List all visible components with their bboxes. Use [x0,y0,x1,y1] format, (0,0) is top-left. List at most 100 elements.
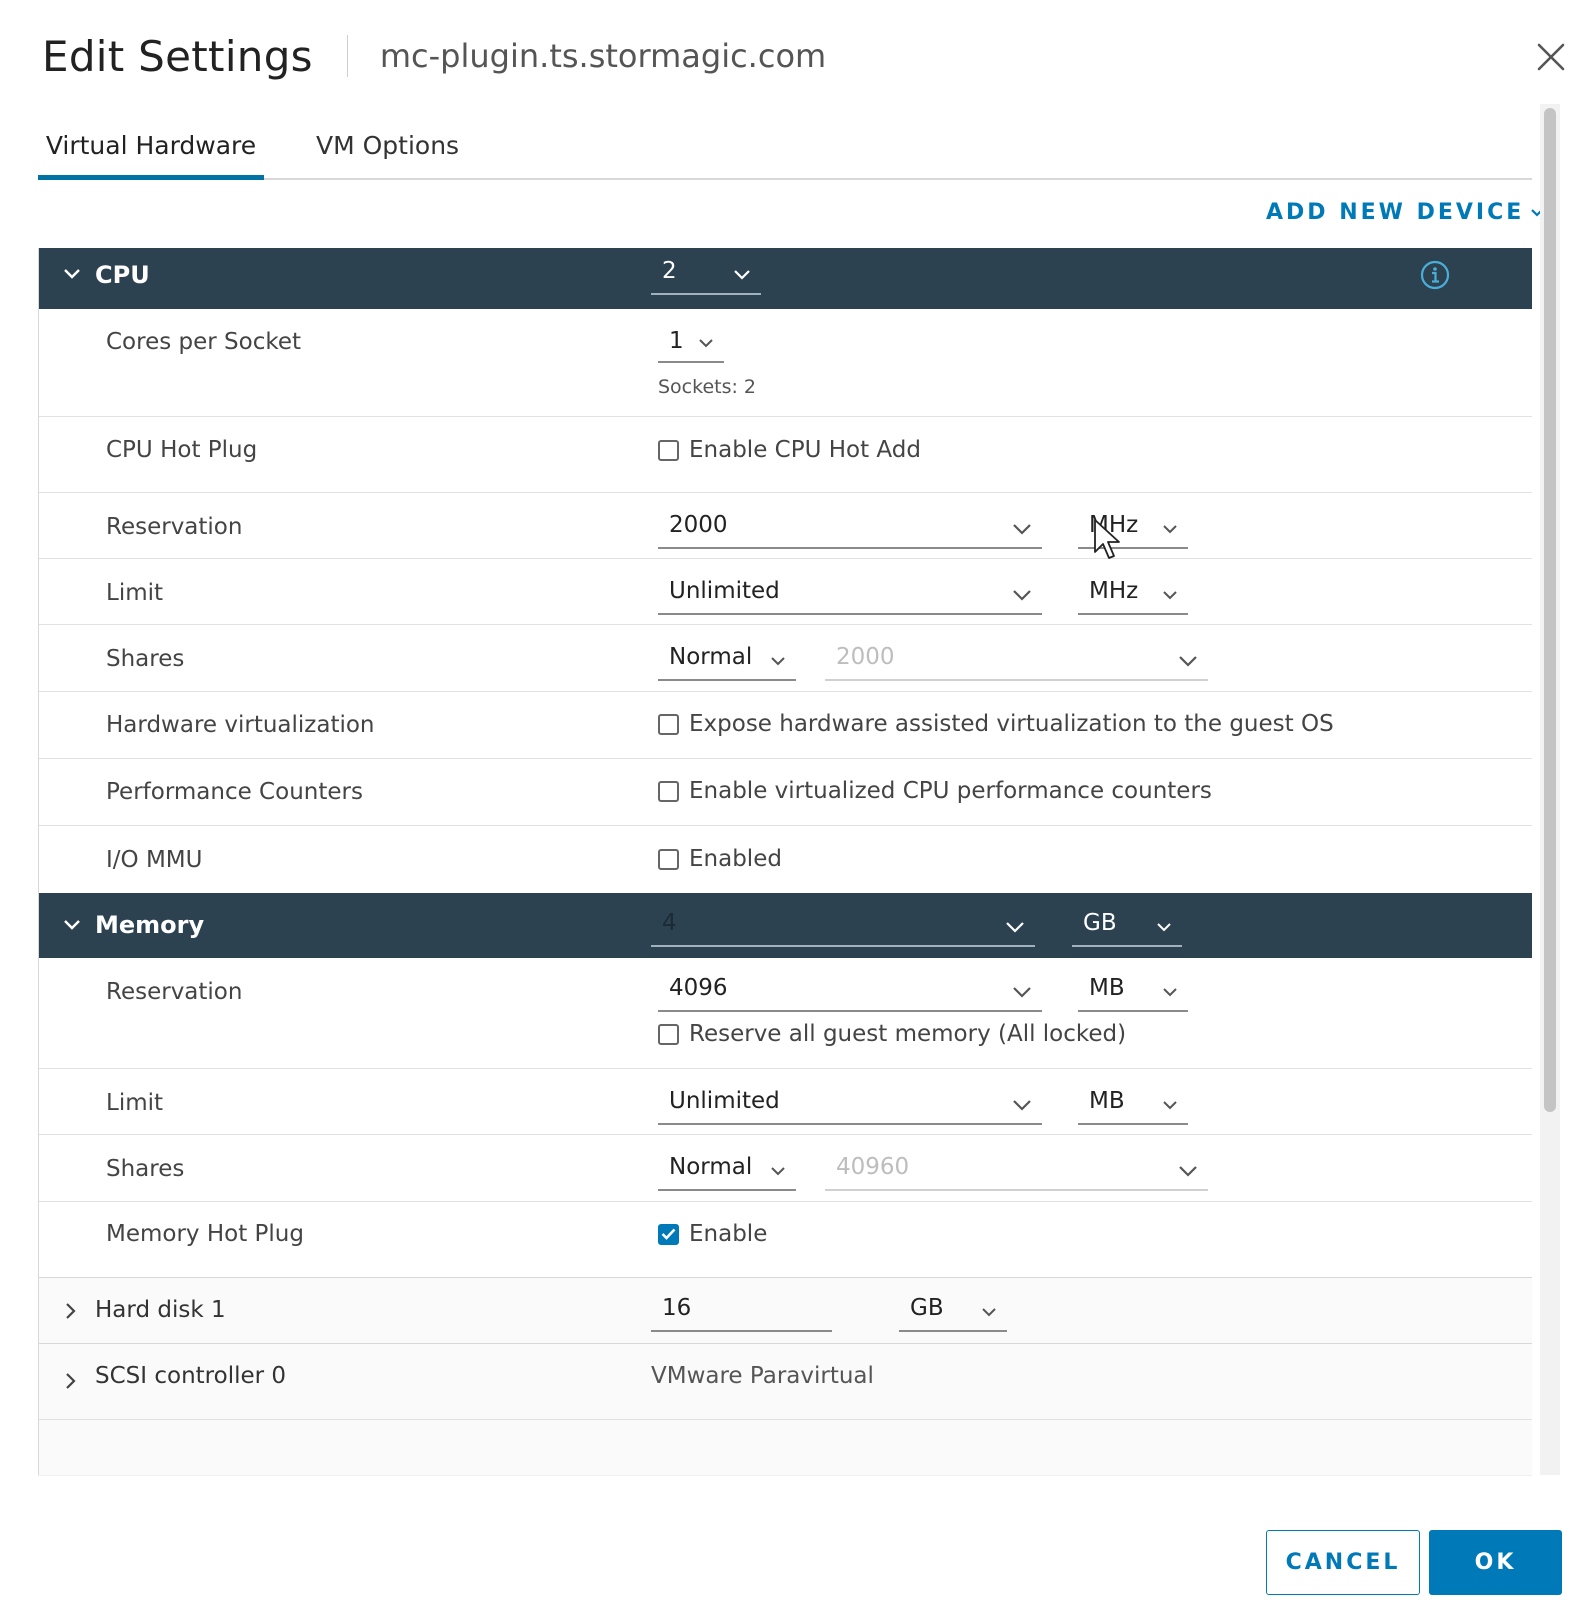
cancel-button[interactable]: CANCEL [1266,1530,1420,1595]
chevron-down-icon [982,1308,996,1317]
ok-button[interactable]: OK [1429,1530,1562,1595]
dialog-subtitle: mc-plugin.ts.stormagic.com [379,37,827,75]
memory-reservation-unit-select[interactable]: MB [1078,966,1188,1012]
chevron-down-icon[interactable] [63,267,81,281]
cpu-reservation-row: Reservation 2000 MHz [39,493,1532,559]
close-icon [1537,43,1565,71]
chevron-down-icon [771,657,785,666]
chevron-down-icon [1163,988,1177,997]
tab-bar: Virtual Hardware VM Options [38,128,1532,180]
chevron-down-icon [1013,590,1031,601]
add-new-device-button[interactable]: ADD NEW DEVICE [1266,200,1544,225]
chevron-down-icon [1163,1101,1177,1110]
scsi-controller-row: SCSI controller 0 VMware Paravirtual [39,1344,1532,1420]
footer-divider [38,1475,1532,1476]
cpu-limit-select[interactable]: Unlimited [658,569,1042,615]
chevron-down-icon [1163,591,1177,600]
next-device-row [39,1420,1532,1475]
memory-hot-plug-row: Memory Hot Plug Enable [39,1202,1532,1278]
add-new-device-label: ADD NEW DEVICE [1266,200,1525,225]
chevron-down-icon [734,270,750,280]
memory-limit-label: Limit [106,1090,164,1116]
dialog-title: Edit Settings [42,31,313,81]
checkbox-box[interactable] [658,780,679,802]
memory-limit-row: Limit Unlimited MB [39,1069,1532,1135]
checkmark-icon [661,1228,676,1240]
memory-shares-row: Shares Normal 40960 [39,1135,1532,1202]
info-icon[interactable] [1419,259,1451,291]
chevron-down-icon [1013,1100,1031,1111]
cpu-limit-label: Limit [106,580,164,606]
scsi-controller-label: SCSI controller 0 [95,1363,287,1389]
dialog-header: Edit Settings mc-plugin.ts.stormagic.com [42,26,826,86]
title-divider [346,35,348,77]
tab-virtual-hardware[interactable]: Virtual Hardware [38,128,264,180]
memory-size-select[interactable]: 4 [651,902,1035,947]
hardware-virtualization-row: Hardware virtualization Expose hardware … [39,692,1532,759]
checkbox-box[interactable] [658,439,679,461]
chevron-down-icon [1179,656,1197,667]
memory-section-title: Memory [95,911,205,939]
cpu-limit-unit-select[interactable]: MHz [1078,569,1188,615]
cores-per-socket-select[interactable]: 1 [658,323,724,363]
hard-disk-unit-select[interactable]: GB [899,1286,1007,1332]
memory-shares-level-select[interactable]: Normal [658,1145,796,1191]
chevron-down-icon [1179,1166,1197,1177]
chevron-right-icon[interactable] [65,1372,77,1390]
scsi-controller-type: VMware Paravirtual [651,1363,874,1389]
io-mmu-label: I/O MMU [106,847,203,873]
memory-reservation-row: Reservation 4096 MB Reserve all guest me… [39,958,1532,1069]
hardware-virtualization-label: Hardware virtualization [106,712,375,738]
cores-per-socket-label: Cores per Socket [106,329,302,355]
cpu-limit-row: Limit Unlimited MHz [39,559,1532,625]
chevron-down-icon [1013,524,1031,535]
chevron-down-icon [1006,922,1024,933]
expose-hw-virtualization-checkbox[interactable]: Expose hardware assisted virtualization … [658,711,1334,737]
cpu-reservation-select[interactable]: 2000 [658,503,1042,549]
sockets-helper-text: Sockets: 2 [658,376,757,398]
chevron-down-icon [699,339,713,348]
cpu-section-header: CPU 2 [39,248,1532,309]
cores-per-socket-row: Cores per Socket 1 Sockets: 2 [39,309,1532,417]
hard-disk-size-input[interactable]: 16 [651,1286,832,1332]
hard-disk-label: Hard disk 1 [95,1297,226,1323]
memory-limit-unit-select[interactable]: MB [1078,1079,1188,1125]
scrollbar[interactable] [1540,104,1560,1475]
checkbox-box[interactable] [658,713,679,735]
checkbox-box[interactable] [658,1023,679,1045]
hardware-panel: CPU 2 Cores per Socket 1 Sockets: 2 CPU … [38,248,1532,1475]
memory-reservation-label: Reservation [106,979,243,1005]
chevron-down-icon [771,1167,785,1176]
memory-limit-select[interactable]: Unlimited [658,1079,1042,1125]
io-mmu-row: I/O MMU Enabled [39,826,1532,893]
perf-counters-checkbox[interactable]: Enable virtualized CPU performance count… [658,778,1212,804]
hard-disk-row: Hard disk 1 16 GB [39,1278,1532,1344]
chevron-down-icon [1157,923,1171,932]
cpu-count-select[interactable]: 2 [651,253,761,295]
chevron-down-icon[interactable] [63,918,81,932]
cpu-reservation-label: Reservation [106,514,243,540]
reserve-all-memory-checkbox[interactable]: Reserve all guest memory (All locked) [658,1021,1126,1047]
performance-counters-label: Performance Counters [106,779,363,805]
checkbox-box[interactable] [658,848,679,870]
memory-section-header: Memory 4 GB [39,893,1532,958]
io-mmu-checkbox[interactable]: Enabled [658,846,782,872]
cpu-section-title: CPU [95,261,150,289]
cpu-hot-add-checkbox[interactable]: Enable CPU Hot Add [658,437,921,463]
cpu-shares-level-select[interactable]: Normal [658,635,796,681]
scrollbar-thumb[interactable] [1544,108,1556,1112]
cpu-hot-plug-row: CPU Hot Plug Enable CPU Hot Add [39,417,1532,493]
close-button[interactable] [1532,38,1570,76]
chevron-down-icon [1013,987,1031,998]
checkbox-box[interactable] [658,1223,679,1245]
tab-vm-options[interactable]: VM Options [316,128,459,180]
memory-shares-label: Shares [106,1156,185,1182]
memory-unit-select[interactable]: GB [1072,902,1182,947]
cpu-shares-row: Shares Normal 2000 [39,625,1532,692]
chevron-right-icon[interactable] [65,1302,77,1320]
mouse-cursor-icon [1094,519,1120,559]
memory-reservation-select[interactable]: 4096 [658,966,1042,1012]
memory-hot-plug-checkbox[interactable]: Enable [658,1221,767,1247]
cpu-hot-plug-label: CPU Hot Plug [106,437,258,463]
performance-counters-row: Performance Counters Enable virtualized … [39,759,1532,826]
